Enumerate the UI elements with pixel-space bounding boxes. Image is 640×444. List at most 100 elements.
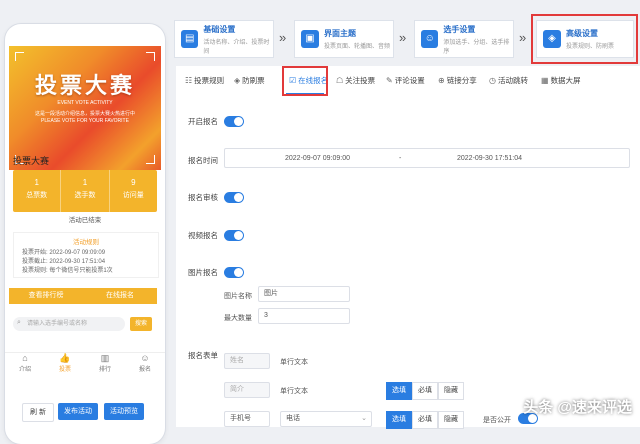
hidden-option[interactable]: 隐藏: [438, 382, 464, 400]
stat-votes: 1 总票数: [13, 170, 62, 212]
thumbs-up-icon: 👍: [59, 353, 71, 363]
chevron-right-icon: »: [519, 30, 527, 45]
settings-tabs: ☷ 投票规则 ◈ 防刷票 ☑ 在线报名 ☖ 关注投票 ✎ 评论设置 ⊕ 链接分享 ◷ 活动跳转…: [176, 66, 640, 97]
tab-label: 投票: [58, 367, 71, 373]
tab-link-share[interactable]: ⊕ 链接分享: [438, 75, 477, 86]
step-title: 选手设置: [443, 24, 476, 34]
tab-vote-rules[interactable]: ☷ 投票规则: [185, 75, 224, 86]
required-option[interactable]: 必填: [412, 411, 438, 429]
tab-intro[interactable]: ⌂ 介绍: [5, 353, 45, 377]
rule-line: 投票开始: 2022-09-07 09:09:09: [22, 250, 106, 256]
highlight-box: [282, 66, 328, 96]
tab-label: 防刷票: [242, 76, 265, 85]
activity-ended-text: 活动已结束: [68, 217, 102, 224]
form-field-name[interactable]: 姓名: [224, 353, 270, 369]
tab-ranking[interactable]: ▥ 排行: [85, 353, 125, 377]
refresh-button[interactable]: 刷 新: [22, 403, 54, 422]
tab-vote[interactable]: 👍 投票: [45, 353, 85, 377]
rules-title: 活动规则: [73, 239, 99, 246]
step-basic-settings[interactable]: ▤ 基础设置 活动名称、介绍、投票时间: [174, 20, 274, 58]
signup-review-toggle[interactable]: [224, 192, 244, 203]
form-field-type: 单行文本: [280, 388, 308, 395]
select-value: 电话: [286, 415, 300, 422]
edit-icon: ✎: [386, 76, 393, 85]
online-signup-button[interactable]: 在线报名: [83, 288, 157, 304]
document-icon: ▤: [181, 30, 199, 48]
enable-signup-toggle[interactable]: [224, 116, 244, 127]
search-button[interactable]: 搜索: [130, 317, 152, 331]
banner-desc: 这是一段活动介绍信息，投票大赛火热进行中: [34, 111, 135, 117]
tab-comments[interactable]: ✎ 评论设置: [386, 75, 425, 86]
tab-label: 活动跳转: [497, 76, 528, 85]
image-signup-toggle[interactable]: [224, 267, 244, 278]
stat-value: 9: [131, 178, 136, 187]
tab-label: 链接分享: [446, 76, 477, 85]
signup-review-label: 报名审核: [188, 193, 218, 202]
signup-form-label: 报名表单: [188, 351, 218, 360]
activity-title: 投票大赛: [13, 156, 50, 166]
hidden-option[interactable]: 隐藏: [438, 411, 464, 429]
form-field-name[interactable]: 简介: [224, 382, 270, 398]
step-subtitle: 添加选手、分组、选手排序: [443, 39, 510, 55]
chevron-right-icon: »: [279, 30, 287, 45]
required-option[interactable]: 必填: [412, 382, 438, 400]
image-name-input[interactable]: 图片: [258, 286, 350, 302]
stat-value: 1: [82, 178, 88, 187]
stat-label: 总票数: [26, 192, 48, 199]
max-count-input[interactable]: 3: [258, 308, 350, 324]
tab-activity-jump[interactable]: ◷ 活动跳转: [489, 75, 528, 86]
banner-tagline: EVENT VOTE ACTIVITY: [57, 100, 113, 106]
form-field-type: 单行文本: [280, 359, 308, 366]
home-icon: ⌂: [22, 353, 28, 363]
rules-panel: 活动规则 投票开始: 2022-09-07 09:09:09 投票截止: 202…: [13, 232, 159, 278]
image-name-label: 图片名称: [224, 293, 252, 300]
step-subtitle: 活动名称、介绍、投票时间: [203, 39, 270, 55]
home-icon: ☖: [336, 76, 344, 85]
watermark-text: 头条 @速来评选: [523, 399, 632, 416]
list-icon: ☷: [185, 76, 193, 85]
publish-button[interactable]: 发布活动: [58, 403, 98, 420]
step-theme[interactable]: ▣ 界面主题 投票页面、轮播图、音频: [294, 20, 394, 58]
video-signup-toggle[interactable]: [224, 230, 244, 241]
banner-title: 投票大赛: [34, 73, 135, 99]
chevron-right-icon: »: [399, 30, 407, 45]
step-subtitle: 投票页面、轮播图、音频: [324, 44, 391, 50]
action-bar: 查看排行榜 在线报名: [9, 288, 157, 304]
stat-visits: 9 访问量: [110, 170, 157, 212]
user-icon: ☺: [421, 30, 439, 48]
video-signup-label: 视频报名: [188, 231, 218, 240]
tab-label: 数据大屏: [550, 76, 581, 85]
step-player-settings[interactable]: ☺ 选手设置添加选手、分组、选手排序: [414, 20, 514, 58]
search-input[interactable]: 请输入选手编号或名称: [13, 317, 125, 331]
max-count-label: 最大数量: [224, 315, 252, 322]
stat-players: 1 选手数: [61, 170, 110, 212]
banner-corner: [146, 52, 155, 61]
shield-icon: ◈: [234, 76, 241, 85]
tab-label: 排行: [98, 367, 111, 373]
tab-signup[interactable]: ☺ 报名: [125, 353, 165, 377]
optional-option[interactable]: 选填: [386, 382, 412, 400]
phone-tabbar: ⌂ 介绍 👍 投票 ▥ 排行 ☺ 报名: [5, 352, 165, 377]
tab-data-screen[interactable]: ▦ 数据大屏: [541, 75, 581, 86]
clock-icon: ◷: [489, 76, 496, 85]
form-field-name[interactable]: 手机号: [224, 411, 270, 427]
field-type-select[interactable]: 电话 ⌄: [280, 411, 372, 427]
time-start: 2022-09-07 09:09:00: [285, 155, 350, 162]
signup-time-range[interactable]: 2022-09-07 09:09:00 - 2022-09-30 17:51:0…: [224, 148, 630, 168]
tab-label: 投票规则: [194, 76, 225, 85]
enable-signup-label: 开启报名: [188, 117, 218, 126]
rule-line: 投票截止: 2022-09-30 17:51:04: [22, 259, 106, 265]
preview-button[interactable]: 活动预览: [104, 403, 144, 420]
field-requirement-segment: 选填 必填 隐藏: [386, 382, 464, 400]
phone-preview: 投票大赛 EVENT VOTE ACTIVITY 这是一段活动介绍信息，投票大赛…: [5, 24, 165, 444]
bar-chart-icon: ▥: [100, 353, 110, 363]
tab-label: 评论设置: [394, 76, 425, 85]
tab-follow-vote[interactable]: ☖ 关注投票: [336, 75, 375, 86]
step-advanced-settings[interactable]: ◈ 高级设置 投票规则、防刷票: [536, 20, 634, 58]
tab-anti-fraud[interactable]: ◈ 防刷票: [234, 75, 265, 86]
signup-time-label: 报名时间: [188, 156, 218, 165]
stat-label: 访问量: [122, 192, 144, 199]
view-ranking-button[interactable]: 查看排行榜: [9, 288, 83, 304]
optional-option[interactable]: 选填: [386, 411, 412, 429]
tab-label: 介绍: [18, 367, 31, 373]
